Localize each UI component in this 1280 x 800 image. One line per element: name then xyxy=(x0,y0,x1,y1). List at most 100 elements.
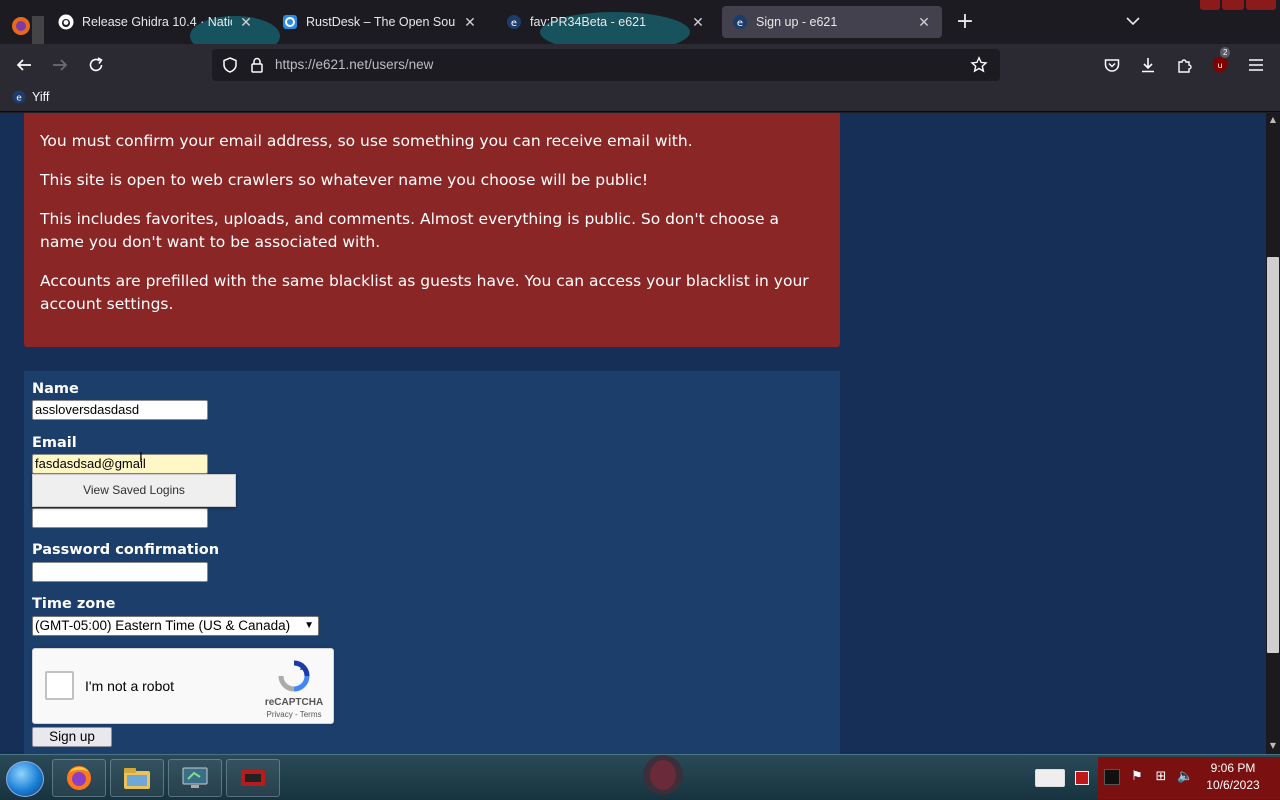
text-cursor-icon: I xyxy=(139,451,143,466)
scroll-down-icon[interactable]: ▼ xyxy=(1268,741,1278,751)
forward-button[interactable] xyxy=(48,53,72,77)
game-app-icon xyxy=(241,770,265,786)
app-menu-button[interactable] xyxy=(1244,53,1268,77)
reload-button[interactable] xyxy=(84,53,108,77)
ublock-icon: u xyxy=(1213,57,1227,73)
star-icon[interactable] xyxy=(970,56,988,74)
time-zone-label: Time zone xyxy=(32,596,116,612)
page-scrollbar[interactable]: ▲ ▼ xyxy=(1266,113,1280,754)
maximize-button[interactable] xyxy=(1222,0,1244,10)
close-icon[interactable]: ✕ xyxy=(690,14,706,31)
svg-text:u: u xyxy=(1217,61,1222,70)
svg-text:e: e xyxy=(737,18,743,29)
e621-icon: e xyxy=(506,14,522,30)
name-field[interactable]: assloversdasdasd xyxy=(32,400,208,420)
bookmark-label: Yiff xyxy=(32,90,50,104)
new-tab-button[interactable]: + xyxy=(953,9,977,35)
action-center-flag-icon[interactable]: ⚑ xyxy=(1129,769,1145,785)
close-icon[interactable]: ✕ xyxy=(916,14,932,31)
taskbar-file-explorer[interactable] xyxy=(110,759,164,797)
tab-strip: Release Ghidra 10.4 · NationalSe ✕ RustD… xyxy=(0,0,1280,44)
url-text[interactable]: https://e621.net/users/new xyxy=(275,57,433,72)
tab-rustdesk[interactable]: RustDesk – The Open Source Re ✕ xyxy=(272,6,488,38)
email-label: Email xyxy=(32,435,77,451)
tab-title: fav:PR34Beta - e621 xyxy=(530,15,647,29)
pocket-button[interactable] xyxy=(1100,53,1124,77)
lock-icon[interactable] xyxy=(248,56,266,74)
wallpaper-character-icon xyxy=(643,755,683,795)
page-content: You must confirm your email address, so … xyxy=(0,113,1266,754)
sign-up-button[interactable]: Sign up xyxy=(32,727,112,747)
pocket-icon xyxy=(1104,59,1120,72)
recaptcha-logo-icon xyxy=(278,660,310,692)
chevron-down-icon[interactable] xyxy=(1123,11,1143,31)
email-field[interactable]: fasdasdsad@gmail xyxy=(32,454,208,474)
recaptcha-label: I'm not a robot xyxy=(85,678,175,694)
firefox-icon xyxy=(12,16,44,44)
url-bar[interactable]: https://e621.net/users/new xyxy=(212,49,1000,81)
time-zone-value: (GMT-05:00) Eastern Time (US & Canada) xyxy=(35,618,291,633)
signup-notice: You must confirm your email address, so … xyxy=(24,113,840,347)
svg-text:e: e xyxy=(511,18,517,29)
taskbar-clock[interactable]: 9:06 PM 10/6/2023 xyxy=(1196,760,1270,794)
recaptcha-brand: reCAPTCHA xyxy=(264,697,324,708)
download-icon xyxy=(1142,58,1154,73)
extensions-button[interactable] xyxy=(1173,53,1197,77)
close-icon[interactable]: ✕ xyxy=(462,14,478,31)
file-explorer-icon xyxy=(124,768,150,789)
password-confirmation-label: Password confirmation xyxy=(32,542,220,558)
network-icon[interactable]: ⊞ xyxy=(1153,769,1169,785)
windows-taskbar: ⚑ ⊞ 🔈 9:06 PM 10/6/2023 xyxy=(0,754,1280,800)
arrow-left-icon xyxy=(16,59,31,71)
firefox-icon xyxy=(67,766,91,790)
puzzle-icon xyxy=(1178,59,1192,73)
bookmark-yiff[interactable]: e Yiff xyxy=(12,90,49,104)
taskbar-firefox[interactable] xyxy=(52,759,106,797)
taskbar-game-app[interactable] xyxy=(226,759,280,797)
scrollbar-thumb[interactable] xyxy=(1267,257,1279,653)
volume-muted-icon[interactable]: 🔈 xyxy=(1177,769,1193,785)
taskbar-remote-desktop[interactable] xyxy=(168,759,222,797)
notice-paragraph: You must confirm your email address, so … xyxy=(40,132,693,150)
notice-paragraph: Accounts are prefilled with the same bla… xyxy=(40,272,809,313)
recaptcha-links[interactable]: Privacy - Terms xyxy=(261,710,327,719)
bookmarks-toolbar: e Yiff xyxy=(0,86,1280,112)
shield-icon[interactable] xyxy=(221,56,239,74)
hamburger-menu-icon xyxy=(1249,59,1263,71)
tab-sign-up[interactable]: e Sign up - e621 ✕ xyxy=(722,6,942,38)
tab-title: Sign up - e621 xyxy=(756,15,838,29)
notice-paragraph: This site is open to web crawlers so wha… xyxy=(40,171,649,189)
rustdesk-icon xyxy=(282,14,298,30)
back-button[interactable] xyxy=(12,53,36,77)
tab-title: Release Ghidra 10.4 · NationalSe xyxy=(82,15,232,29)
tab-ghidra[interactable]: Release Ghidra 10.4 · NationalSe ✕ xyxy=(48,6,264,38)
clock-date: 10/6/2023 xyxy=(1206,778,1260,792)
github-icon xyxy=(58,14,74,30)
close-window-button[interactable] xyxy=(1246,0,1276,10)
keyboard-icon[interactable] xyxy=(1035,769,1065,787)
recaptcha-checkbox[interactable] xyxy=(45,671,74,700)
password-confirmation-field[interactable] xyxy=(32,562,208,582)
password-field[interactable] xyxy=(32,508,208,528)
downloads-button[interactable] xyxy=(1136,53,1160,77)
svg-text:e: e xyxy=(16,94,22,104)
remote-desktop-icon xyxy=(182,767,208,788)
tab-favorites[interactable]: e fav:PR34Beta - e621 ✕ xyxy=(496,6,716,38)
e621-icon: e xyxy=(12,90,26,104)
scroll-up-icon[interactable]: ▲ xyxy=(1268,115,1278,125)
close-icon[interactable]: ✕ xyxy=(238,14,254,31)
time-zone-select[interactable]: (GMT-05:00) Eastern Time (US & Canada) ▼ xyxy=(32,616,319,636)
ublock-extension-button[interactable]: u 2 xyxy=(1208,47,1232,77)
name-label: Name xyxy=(32,381,79,397)
notification-icon[interactable] xyxy=(1075,771,1089,785)
terminal-icon[interactable] xyxy=(1104,769,1120,785)
chevron-down-icon: ▼ xyxy=(304,620,314,631)
notice-paragraph: This includes favorites, uploads, and co… xyxy=(40,210,779,251)
tab-title: RustDesk – The Open Source Re xyxy=(306,15,456,29)
saved-logins-popup[interactable]: View Saved Logins xyxy=(32,474,236,507)
minimize-button[interactable] xyxy=(1200,0,1220,10)
start-button[interactable] xyxy=(6,761,44,797)
e621-icon: e xyxy=(732,14,748,30)
clock-time: 9:06 PM xyxy=(1210,761,1256,775)
navigation-toolbar: https://e621.net/users/new u 2 xyxy=(0,44,1280,86)
